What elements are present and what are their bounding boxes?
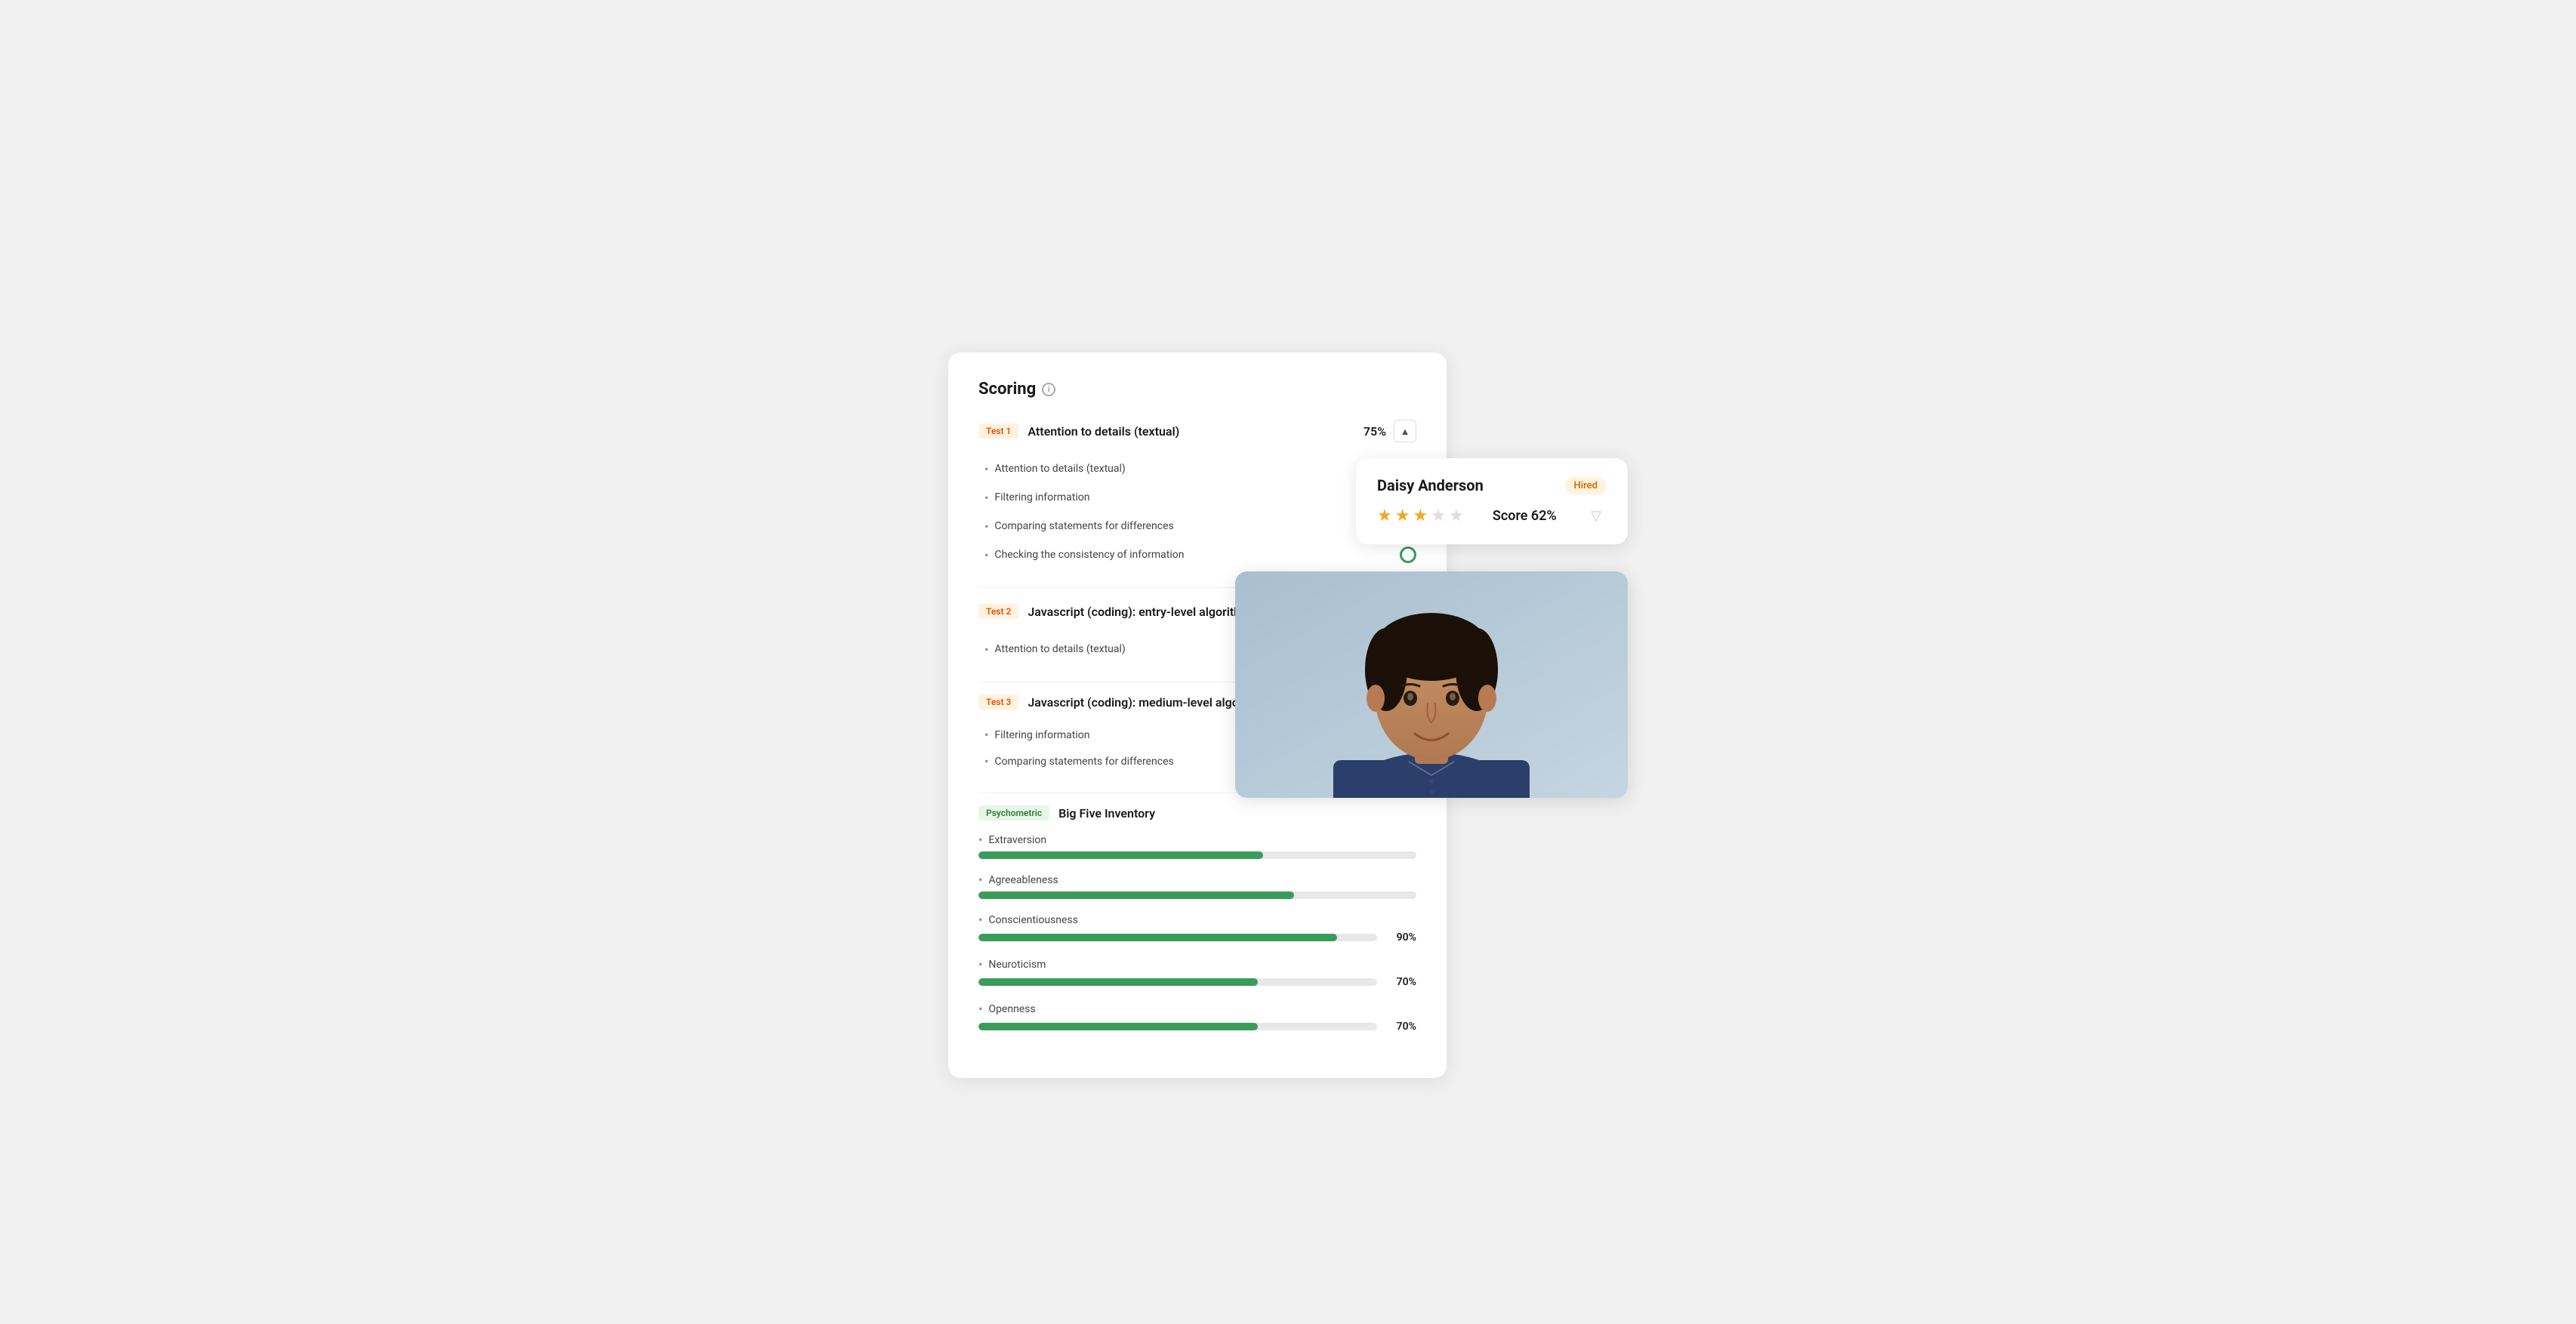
- bullet: •: [978, 957, 982, 971]
- person-illustration: [1235, 571, 1628, 798]
- bullet: •: [984, 519, 988, 534]
- bullet: •: [984, 548, 988, 562]
- bullet: •: [984, 642, 988, 657]
- bar-openness: • Openness 70%: [978, 1002, 1416, 1033]
- sub-item-label: Comparing statements for differences: [994, 756, 1173, 768]
- test-1-chevron[interactable]: ▲: [1394, 420, 1416, 442]
- star-5: ★: [1449, 507, 1464, 525]
- bar-fill: [978, 891, 1294, 899]
- photo-card: [1235, 571, 1628, 798]
- test-2-name: Javascript (coding): entry-level algorit…: [1028, 605, 1257, 619]
- scoring-title: Scoring: [978, 380, 1036, 399]
- sub-item-label: Checking the consistency of information: [994, 549, 1184, 561]
- circle-full-icon: [1400, 547, 1416, 563]
- bullet: •: [984, 462, 988, 476]
- test-3-name: Javascript (coding): medium-level algo..…: [1028, 695, 1249, 710]
- sub-item: • Comparing statements for differences: [984, 512, 1416, 540]
- star-4: ★: [1431, 507, 1446, 525]
- photo-placeholder: [1235, 571, 1628, 798]
- test-1-header-left: Test 1 Attention to details (textual): [978, 423, 1179, 439]
- bar-label-text: Neuroticism: [988, 959, 1046, 971]
- psychometric-badge: Psychometric: [978, 805, 1049, 821]
- bar-label-text: Agreeableness: [988, 874, 1058, 886]
- bar-pct: 90%: [1386, 931, 1416, 944]
- bar-label-text: Extraversion: [988, 834, 1046, 846]
- bullet: •: [984, 728, 988, 742]
- test-3-header-left: Test 3 Javascript (coding): medium-level…: [978, 694, 1249, 710]
- bar-row: 70%: [978, 1021, 1416, 1033]
- bar-pct: 70%: [1386, 1021, 1416, 1033]
- sub-item-label: Comparing statements for differences: [994, 520, 1173, 532]
- sub-item-label: Attention to details (textual): [994, 463, 1125, 475]
- bar-row: 70%: [978, 976, 1416, 988]
- bar-label: • Neuroticism: [978, 957, 1416, 971]
- candidate-card: Daisy Anderson Hired ★ ★ ★ ★ ★ Score 62%…: [1356, 458, 1628, 544]
- bar-extraversion: • Extraversion: [978, 833, 1416, 859]
- sub-item-label: Attention to details (textual): [994, 643, 1125, 655]
- bullet: •: [978, 1002, 982, 1016]
- star-1: ★: [1377, 507, 1392, 525]
- test-1-name: Attention to details (textual): [1028, 424, 1179, 439]
- bar-label-text: Openness: [988, 1003, 1035, 1015]
- bar-track: [978, 934, 1377, 941]
- bullet: •: [984, 491, 988, 505]
- sub-item-label: Filtering information: [994, 491, 1089, 503]
- bar-conscientiousness: • Conscientiousness 90%: [978, 913, 1416, 944]
- test-2-badge: Test 2: [978, 604, 1018, 619]
- bar-track: [978, 1023, 1377, 1030]
- sub-item: • Attention to details (textual): [984, 454, 1416, 483]
- bar-row: 90%: [978, 931, 1416, 944]
- sub-item: • Checking the consistency of informatio…: [984, 540, 1416, 569]
- bar-track: [978, 978, 1377, 986]
- test-section-1: Test 1 Attention to details (textual) 75…: [978, 420, 1416, 569]
- bullet: •: [978, 873, 982, 887]
- candidate-footer: ★ ★ ★ ★ ★ Score 62% ▽: [1377, 505, 1607, 526]
- candidate-header: Daisy Anderson Hired: [1377, 476, 1607, 494]
- psychometric-name: Big Five Inventory: [1058, 806, 1155, 821]
- bar-fill: [978, 1023, 1258, 1030]
- bar-agreeableness: • Agreeableness: [978, 873, 1416, 899]
- bullet: •: [978, 913, 982, 927]
- filter-icon[interactable]: ▽: [1585, 505, 1607, 526]
- sub-item-label: Filtering information: [994, 729, 1089, 741]
- bar-row: [978, 851, 1416, 859]
- star-2: ★: [1395, 507, 1410, 525]
- test-3-badge: Test 3: [978, 694, 1018, 710]
- test-1-sub-items: • Attention to details (textual) • Filte…: [978, 454, 1416, 569]
- candidate-score: Score 62%: [1493, 508, 1557, 524]
- bar-label: • Extraversion: [978, 833, 1416, 847]
- scene: Scoring i Test 1 Attention to details (t…: [948, 353, 1628, 971]
- bar-fill: [978, 934, 1337, 941]
- test-1-header-right: 75% ▲: [1363, 420, 1416, 442]
- info-icon[interactable]: i: [1042, 383, 1055, 396]
- psychometric-header: Psychometric Big Five Inventory: [978, 805, 1416, 821]
- psychometric-header-left: Psychometric Big Five Inventory: [978, 805, 1155, 821]
- star-3: ★: [1413, 507, 1428, 525]
- bar-fill: [978, 851, 1263, 859]
- bar-pct: 70%: [1386, 976, 1416, 988]
- bullet: •: [978, 833, 982, 847]
- psychometric-section: Psychometric Big Five Inventory • Extrav…: [978, 805, 1416, 1033]
- bar-fill: [978, 978, 1258, 986]
- bar-label: • Conscientiousness: [978, 913, 1416, 927]
- test-2-header-left: Test 2 Javascript (coding): entry-level …: [978, 604, 1257, 619]
- hired-badge: Hired: [1565, 477, 1607, 494]
- stars: ★ ★ ★ ★ ★: [1377, 507, 1464, 525]
- scoring-header: Scoring i: [978, 380, 1416, 399]
- bullet: •: [984, 754, 988, 768]
- bar-neuroticism: • Neuroticism 70%: [978, 957, 1416, 988]
- bar-label: • Agreeableness: [978, 873, 1416, 887]
- test-1-header: Test 1 Attention to details (textual) 75…: [978, 420, 1416, 442]
- candidate-name: Daisy Anderson: [1377, 476, 1484, 494]
- bar-row: [978, 891, 1416, 899]
- sub-item: • Filtering information: [984, 483, 1416, 512]
- bar-label-text: Conscientiousness: [988, 914, 1077, 926]
- bar-label: • Openness: [978, 1002, 1416, 1016]
- bar-track: [978, 891, 1416, 899]
- test-1-badge: Test 1: [978, 423, 1018, 439]
- test-1-score: 75%: [1363, 424, 1386, 439]
- bar-track: [978, 851, 1416, 859]
